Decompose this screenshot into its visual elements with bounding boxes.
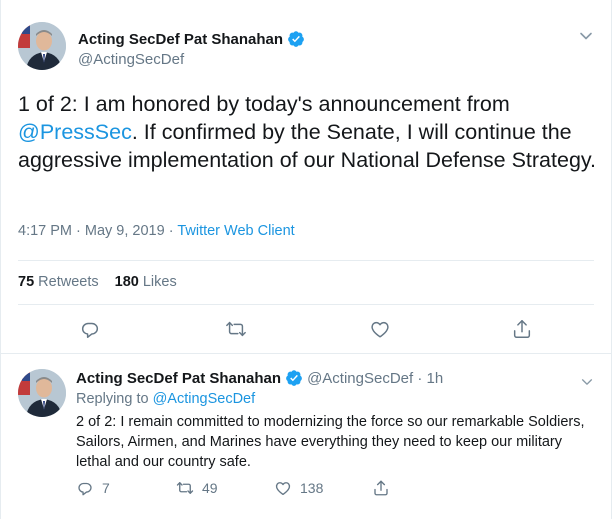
share-icon: [374, 480, 388, 496]
tweet-source-link[interactable]: Twitter Web Client: [177, 223, 294, 239]
reply-icon: [78, 482, 92, 496]
likes-stat[interactable]: 180 Likes: [115, 274, 177, 290]
reply-tweet[interactable]: Acting SecDef Pat Shanahan @ActingSecDef…: [0, 355, 612, 519]
tweet-stats: 75 Retweets 180 Likes: [18, 274, 177, 290]
mention-link[interactable]: @PressSec: [18, 120, 132, 144]
reply-count: 7: [102, 480, 110, 496]
likes-label: Likes: [142, 274, 177, 290]
reply-tweet-text: 2 of 2: I remain committed to modernizin…: [76, 414, 585, 470]
reply-actions: 7 49 138: [76, 479, 556, 501]
author-handle-time[interactable]: @ActingSecDef · 1h: [307, 370, 443, 387]
replying-to-link[interactable]: @ActingSecDef: [153, 391, 256, 407]
replying-to: Replying to @ActingSecDef: [76, 391, 255, 407]
author-name[interactable]: Acting SecDef Pat Shanahan: [76, 370, 281, 387]
avatar[interactable]: [18, 22, 66, 70]
divider: [18, 260, 594, 261]
retweets-count: 75: [18, 274, 35, 290]
main-tweet: Acting SecDef Pat Shanahan @ActingSecDef…: [0, 0, 612, 354]
tweet-timestamp: 4:17 PM · May 9, 2019 · Twitter Web Clie…: [18, 223, 295, 239]
tweet-time[interactable]: 4:17 PM · May 9, 2019 ·: [18, 223, 177, 239]
like-icon: [275, 482, 291, 496]
chevron-down-icon[interactable]: [580, 375, 594, 389]
reply-button[interactable]: 7: [76, 479, 110, 497]
like-icon[interactable]: [369, 318, 391, 340]
avatar[interactable]: [18, 369, 66, 417]
avatar-image: [18, 369, 66, 417]
verified-badge-icon: [287, 30, 305, 48]
share-icon[interactable]: [511, 318, 533, 340]
retweet-count: 49: [202, 480, 218, 496]
replying-prefix: Replying to: [76, 391, 153, 407]
author-row: Acting SecDef Pat Shanahan: [78, 30, 305, 48]
share-button[interactable]: [372, 479, 390, 497]
like-count: 138: [300, 480, 324, 496]
retweet-icon[interactable]: [225, 318, 247, 340]
retweet-icon: [176, 482, 194, 494]
retweets-stat[interactable]: 75 Retweets: [18, 274, 99, 290]
likes-count: 180: [114, 274, 139, 290]
retweets-label: Retweets: [38, 274, 99, 290]
like-button[interactable]: 138: [274, 479, 323, 497]
author-handle[interactable]: @ActingSecDef: [78, 51, 184, 68]
reply-author-row: Acting SecDef Pat Shanahan @ActingSecDef…: [76, 369, 443, 387]
chevron-down-icon[interactable]: [578, 28, 594, 44]
retweet-button[interactable]: 49: [176, 479, 218, 497]
tweet-text: 1 of 2: I am honored by today's announce…: [18, 90, 598, 174]
author-name[interactable]: Acting SecDef Pat Shanahan: [78, 31, 283, 48]
tweet-text-line1: 1 of 2: I am honored by today's announce…: [18, 92, 510, 116]
reply-icon[interactable]: [79, 318, 101, 340]
avatar-image: [18, 22, 66, 70]
divider: [18, 304, 594, 305]
verified-badge-icon: [285, 369, 303, 387]
